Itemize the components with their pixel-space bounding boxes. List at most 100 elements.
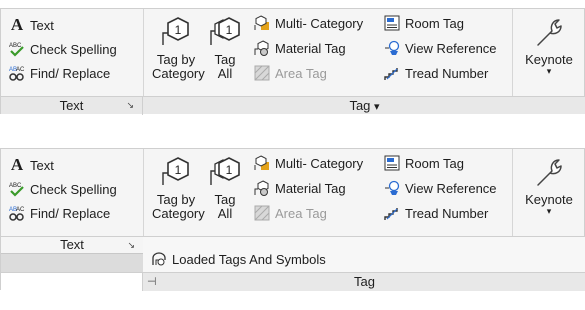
tag-panel-title[interactable]: Tag ▾: [143, 97, 585, 115]
multi-category-button[interactable]: Multi- Category: [254, 153, 363, 173]
dialog-launcher-icon[interactable]: ↘: [126, 97, 134, 114]
area-tag-label: Area Tag: [275, 205, 327, 221]
check-spelling-button[interactable]: ABC Check Spelling: [9, 179, 117, 199]
text-panel-title[interactable]: Text ↘: [1, 97, 143, 115]
tag-by-category-icon: 1: [162, 17, 189, 45]
find-replace-button[interactable]: AB AC Find/ Replace: [9, 63, 110, 83]
svg-text:1: 1: [226, 163, 233, 177]
loaded-tags-and-symbols-label: Loaded Tags And Symbols: [172, 251, 326, 267]
ribbon-annotate-expanded: A Text ABC Check Spelling AB AC Find/ Rep…: [0, 148, 585, 291]
text-panel: A Text ABC Check Spelling AB AC Find/ Rep…: [1, 9, 143, 96]
keynote-button[interactable]: Keynote ▾: [515, 15, 583, 76]
panel-title-bar: ⊣ Tag: [1, 272, 585, 291]
tag-panel-title[interactable]: ⊣ Tag: [143, 273, 585, 291]
material-tag-button[interactable]: Material Tag: [254, 178, 346, 198]
text-label: Text: [30, 157, 54, 173]
wrench-icon: [537, 19, 562, 46]
check-spelling-button[interactable]: ABC Check Spelling: [9, 39, 117, 59]
panel-title-bar-empty: [1, 273, 143, 291]
view-reference-icon: [384, 40, 400, 56]
tag-all-label-1: Tag: [214, 52, 236, 67]
tread-number-label: Tread Number: [405, 65, 489, 81]
wrench-icon: [537, 159, 562, 186]
material-tag-label: Material Tag: [275, 40, 346, 56]
keynote-label: Keynote: [525, 192, 573, 207]
loaded-tags-and-symbols-button[interactable]: Loaded Tags And Symbols: [151, 249, 326, 269]
keynote-label: Keynote: [525, 52, 573, 67]
text-panel-title[interactable]: Text ↘: [1, 236, 143, 253]
text-label: Text: [30, 17, 54, 33]
panel-background: [1, 253, 143, 272]
loaded-tags-icon: [151, 251, 167, 267]
text-panel-title-label: Text: [60, 237, 84, 252]
text-button[interactable]: A Text: [9, 15, 54, 35]
tag-panel-expand-icon[interactable]: ▾: [374, 101, 380, 113]
ribbon-annotate-collapsed: A Text ABC Check Spelling AB AC Find/ Rep…: [0, 8, 585, 115]
room-tag-icon: [384, 155, 400, 171]
tag-panel: 1 Tag by Category 1 Tag All Multi- Categ…: [143, 9, 513, 96]
material-tag-icon: [254, 40, 270, 56]
tag-panel-title-label: Tag: [349, 98, 371, 113]
room-tag-label: Room Tag: [405, 15, 465, 31]
check-spelling-label: Check Spelling: [30, 181, 117, 197]
tag-by-category-label-1: Tag by: [156, 192, 196, 207]
check-spelling-icon: ABC: [9, 181, 25, 197]
text-icon: A: [10, 15, 24, 34]
material-tag-label: Material Tag: [275, 180, 346, 196]
tag-by-category-icon: 1: [162, 157, 189, 185]
tag-panel-title-label: Tag: [354, 274, 375, 289]
tread-number-label: Tread Number: [405, 205, 489, 221]
check-spelling-icon: ABC: [9, 41, 25, 57]
find-replace-button[interactable]: AB AC Find/ Replace: [9, 203, 110, 223]
tag-by-category-label-2: Category: [152, 66, 205, 81]
tread-number-icon: [384, 205, 400, 221]
tag-by-category-button[interactable]: 1 Tag by Category: [152, 15, 205, 81]
svg-text:1: 1: [226, 23, 233, 37]
svg-text:1: 1: [175, 23, 182, 37]
keynote-panel: Keynote ▾: [513, 149, 585, 236]
keynote-dropdown-icon: ▾: [546, 206, 552, 216]
tread-number-button[interactable]: Tread Number: [384, 203, 488, 223]
multi-category-tag-icon: [254, 15, 270, 31]
multi-category-tag-icon: [254, 155, 270, 171]
area-tag-icon: [254, 205, 270, 221]
multi-category-label: Multi- Category: [275, 155, 364, 171]
tag-panel-flyout: Loaded Tags And Symbols: [143, 236, 585, 272]
pin-icon[interactable]: ⊣: [147, 274, 157, 291]
room-tag-button[interactable]: Room Tag: [384, 13, 464, 33]
svg-text:1: 1: [175, 163, 182, 177]
tag-all-button[interactable]: 1 Tag All: [206, 15, 244, 81]
svg-text:AC: AC: [16, 207, 25, 213]
view-reference-icon: [384, 180, 400, 196]
tread-number-icon: [384, 65, 400, 81]
area-tag-icon: [254, 65, 270, 81]
view-reference-label: View Reference: [405, 180, 497, 196]
dialog-launcher-icon[interactable]: ↘: [127, 237, 135, 253]
room-tag-button[interactable]: Room Tag: [384, 153, 464, 173]
tag-by-category-button[interactable]: 1 Tag by Category: [152, 155, 205, 221]
text-panel-title-label: Text: [59, 98, 84, 113]
area-tag-button[interactable]: Area Tag: [254, 203, 327, 223]
text-button[interactable]: A Text: [9, 155, 54, 175]
tag-all-icon: 1: [210, 17, 240, 45]
tread-number-button[interactable]: Tread Number: [384, 63, 488, 83]
view-reference-button[interactable]: View Reference: [384, 38, 497, 58]
keynote-button[interactable]: Keynote ▾: [515, 155, 583, 216]
area-tag-button[interactable]: Area Tag: [254, 63, 327, 83]
find-replace-icon: AB AC: [9, 65, 25, 81]
check-spelling-label: Check Spelling: [30, 41, 117, 57]
view-reference-label: View Reference: [405, 40, 497, 56]
find-replace-icon: AB AC: [9, 205, 25, 221]
svg-text:ABC: ABC: [9, 183, 22, 189]
keynote-panel: Keynote ▾: [513, 9, 585, 96]
view-reference-button[interactable]: View Reference: [384, 178, 497, 198]
keynote-dropdown-icon: ▾: [546, 66, 552, 76]
tag-all-button[interactable]: 1 Tag All: [206, 155, 244, 221]
find-replace-label: Find/ Replace: [30, 205, 111, 221]
area-tag-label: Area Tag: [275, 65, 327, 81]
material-tag-icon: [254, 180, 270, 196]
multi-category-label: Multi- Category: [275, 15, 364, 31]
multi-category-button[interactable]: Multi- Category: [254, 13, 363, 33]
tag-all-icon: 1: [210, 157, 240, 185]
material-tag-button[interactable]: Material Tag: [254, 38, 346, 58]
